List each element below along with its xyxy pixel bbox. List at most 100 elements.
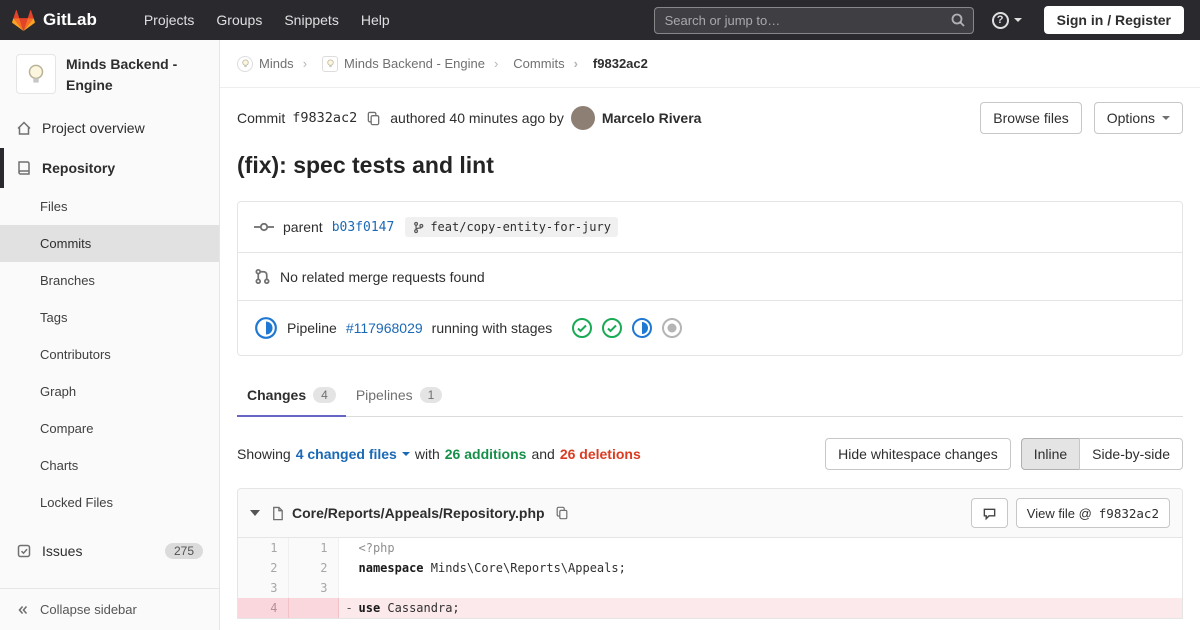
- no-merge-requests-text: No related merge requests found: [280, 268, 485, 285]
- sidebar-item-project-overview[interactable]: Project overview: [0, 108, 219, 148]
- new-line-number[interactable]: 3: [288, 578, 339, 598]
- old-line-number[interactable]: 4: [238, 598, 289, 618]
- sidebar-item-charts[interactable]: Charts: [0, 447, 219, 484]
- pipeline-link[interactable]: #117968029: [346, 320, 423, 336]
- commit-sha: f9832ac2: [292, 110, 358, 126]
- pipelines-count-badge: 1: [419, 387, 443, 403]
- sidebar-item-branches[interactable]: Branches: [0, 262, 219, 299]
- showing-label: Showing: [237, 446, 291, 462]
- tab-changes[interactable]: Changes 4: [237, 374, 346, 417]
- nav-groups[interactable]: Groups: [205, 2, 273, 38]
- sidebar-item-tags[interactable]: Tags: [0, 299, 219, 336]
- top-navbar: GitLab Projects Groups Snippets Help ? S…: [0, 0, 1200, 40]
- sidebar-nav: Project overview Repository Files Commit…: [0, 108, 219, 571]
- new-line-number[interactable]: 2: [288, 558, 339, 578]
- branch-name: feat/copy-entity-for-jury: [430, 220, 611, 234]
- sidebar-item-contributors[interactable]: Contributors: [0, 336, 219, 373]
- repository-subnav: Files Commits Branches Tags Contributors…: [0, 188, 219, 521]
- sidebar-project-title: Minds Backend - Engine: [66, 56, 178, 93]
- parent-row: parent b03f0147 feat/copy-entity-for-jur…: [238, 202, 1182, 252]
- breadcrumb-project[interactable]: Minds Backend - Engine: [294, 55, 485, 72]
- sidebar-item-repository[interactable]: Repository: [0, 148, 219, 188]
- nav-snippets[interactable]: Snippets: [273, 2, 349, 38]
- line-code: [338, 578, 1182, 598]
- diff-file-card: Core/Reports/Appeals/Repository.php View…: [237, 488, 1183, 619]
- commit-info-box: parent b03f0147 feat/copy-entity-for-jur…: [237, 201, 1183, 356]
- stage-running-icon[interactable]: [631, 317, 653, 339]
- sidebar-item-commits[interactable]: Commits: [0, 225, 219, 262]
- copy-icon: [555, 506, 569, 520]
- commit-label: Commit: [237, 110, 286, 126]
- sidebar-item-compare[interactable]: Compare: [0, 410, 219, 447]
- breadcrumb-commits[interactable]: Commits: [485, 56, 564, 71]
- line-code: namespace Minds\Core\Reports\Appeals;: [358, 561, 626, 575]
- toggle-comments-button[interactable]: [970, 498, 1008, 528]
- copy-commit-sha-button[interactable]: [364, 109, 383, 128]
- parent-sha-link[interactable]: b03f0147: [332, 220, 395, 235]
- diff-line-3: 3 3: [238, 578, 1182, 598]
- search-icon: [950, 12, 966, 28]
- old-line-number[interactable]: 1: [238, 538, 289, 558]
- branch-ref-badge[interactable]: feat/copy-entity-for-jury: [405, 217, 618, 237]
- sidebar-item-label: Repository: [42, 160, 116, 176]
- file-path[interactable]: Core/Reports/Appeals/Repository.php: [292, 505, 545, 521]
- nav-projects[interactable]: Projects: [133, 2, 206, 38]
- pipeline-stages: [571, 317, 683, 339]
- global-search: [653, 6, 974, 34]
- breadcrumb-group[interactable]: Minds: [237, 55, 294, 72]
- comment-icon: [982, 506, 997, 521]
- collapse-sidebar-label: Collapse sidebar: [40, 602, 137, 617]
- hide-whitespace-button[interactable]: Hide whitespace changes: [825, 438, 1011, 470]
- stage-success-icon-1[interactable]: [571, 317, 593, 339]
- and-label: and: [531, 446, 555, 462]
- brand-label: GitLab: [43, 10, 97, 29]
- new-line-number[interactable]: 1: [288, 538, 339, 558]
- sidebar-item-issues[interactable]: Issues 275: [0, 531, 219, 571]
- help-menu[interactable]: ?: [991, 11, 1022, 29]
- diff-line-1: 1 1 <?php: [238, 538, 1182, 558]
- chevron-down-icon: [1013, 18, 1022, 22]
- file-icon: [270, 506, 285, 521]
- question-icon: ?: [991, 11, 1009, 29]
- options-button[interactable]: Options: [1093, 102, 1183, 134]
- double-chevron-left-icon: [16, 603, 30, 617]
- diff-line-4-deletion: 4 - use Cassandra;: [238, 598, 1182, 618]
- copy-file-path-button[interactable]: [553, 504, 571, 522]
- sign-in-button[interactable]: Sign in / Register: [1043, 6, 1184, 34]
- sidebar-item-label: Issues: [42, 543, 83, 559]
- collapse-sidebar-button[interactable]: Collapse sidebar: [0, 588, 219, 630]
- new-line-number[interactable]: [288, 598, 339, 618]
- collapse-diff-caret-icon[interactable]: [250, 510, 260, 516]
- search-input[interactable]: [653, 6, 974, 34]
- changed-files-dropdown[interactable]: 4 changed files: [296, 446, 410, 462]
- tab-pipelines[interactable]: Pipelines 1: [346, 374, 453, 416]
- stage-created-icon[interactable]: [661, 317, 683, 339]
- project-avatar-small: [322, 55, 339, 72]
- nav-help[interactable]: Help: [350, 2, 401, 38]
- authored-text: authored 40 minutes ago by: [390, 110, 564, 126]
- gitlab-logo[interactable]: GitLab: [12, 9, 97, 32]
- pipeline-label: Pipeline: [287, 320, 337, 336]
- inline-view-button[interactable]: Inline: [1020, 438, 1081, 470]
- repository-icon: [16, 160, 32, 176]
- group-avatar: [237, 55, 253, 72]
- commit-page: Commit f9832ac2 authored 40 minutes ago …: [220, 88, 1200, 619]
- project-context-header[interactable]: Minds Backend - Engine: [0, 40, 219, 108]
- browse-files-button[interactable]: Browse files: [980, 102, 1082, 134]
- sidebar-item-graph[interactable]: Graph: [0, 373, 219, 410]
- tanuki-icon: [12, 9, 35, 32]
- side-by-side-view-button[interactable]: Side-by-side: [1079, 438, 1183, 470]
- issues-icon: [16, 543, 32, 559]
- stage-success-icon-2[interactable]: [601, 317, 623, 339]
- changes-count-badge: 4: [313, 387, 336, 403]
- sidebar-item-locked-files[interactable]: Locked Files: [0, 484, 219, 521]
- old-line-number[interactable]: 2: [238, 558, 289, 578]
- merge-requests-row: No related merge requests found: [238, 252, 1182, 300]
- sidebar-item-files[interactable]: Files: [0, 188, 219, 225]
- author-name[interactable]: Marcelo Rivera: [602, 110, 702, 126]
- chevron-down-icon: [401, 452, 410, 456]
- diff-line-2: 2 2 namespace Minds\Core\Reports\Appeals…: [238, 558, 1182, 578]
- parent-label: parent: [283, 219, 323, 235]
- old-line-number[interactable]: 3: [238, 578, 289, 598]
- view-file-button[interactable]: View file @ f9832ac2: [1015, 498, 1170, 528]
